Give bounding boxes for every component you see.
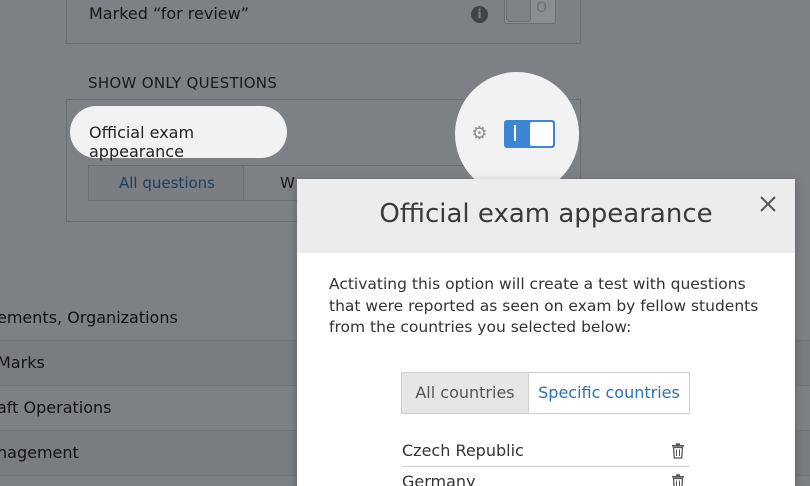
modal-description: Activating this option will create a tes… <box>329 275 759 336</box>
toggle-off-label: O <box>535 0 547 16</box>
section-heading: SHOW ONLY QUESTIONS <box>88 74 278 92</box>
official-exam-modal: Official exam appearance Activating this… <box>297 179 795 486</box>
review-toggle[interactable]: O <box>504 0 556 24</box>
modal-header: Official exam appearance <box>297 179 795 253</box>
toggle-knob <box>529 121 554 147</box>
country-name: Germany <box>402 472 476 486</box>
country-row: Germany <box>402 468 689 486</box>
trash-icon[interactable] <box>671 474 685 486</box>
segment-all-questions[interactable]: All questions <box>89 166 244 200</box>
close-icon[interactable] <box>755 191 781 217</box>
modal-title: Official exam appearance <box>379 199 713 229</box>
list-item-label: aft Operations <box>0 398 112 417</box>
highlight-label-pill: Official exam appearance <box>70 106 287 161</box>
country-row: Czech Republic <box>402 437 689 467</box>
review-filter-box: Marked “for review” i O <box>66 0 581 44</box>
toggle-on-mark <box>514 125 516 141</box>
list-item-label: ements, Organizations <box>0 308 178 327</box>
info-icon[interactable]: i <box>471 6 488 23</box>
country-mode-segment: All countries Specific countries <box>401 372 690 414</box>
country-name: Czech Republic <box>402 441 524 460</box>
review-label: Marked “for review” <box>89 4 249 23</box>
list-item-label: Marks <box>0 353 45 372</box>
toggle-knob <box>506 0 531 22</box>
list-item-label: nagement <box>0 443 79 462</box>
official-exam-label: Official exam appearance <box>89 123 195 161</box>
gear-icon[interactable]: ⚙ <box>470 124 489 143</box>
tab-all-countries[interactable]: All countries <box>402 373 529 413</box>
tab-specific-countries[interactable]: Specific countries <box>529 373 689 413</box>
official-exam-toggle[interactable] <box>504 120 555 148</box>
trash-icon[interactable] <box>671 443 685 459</box>
